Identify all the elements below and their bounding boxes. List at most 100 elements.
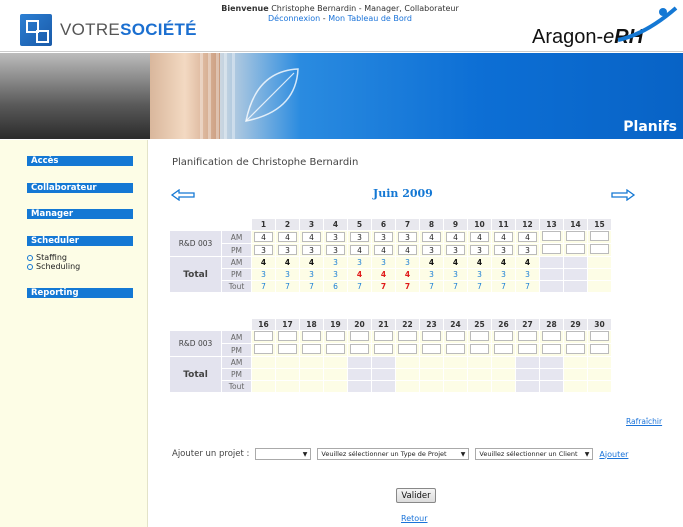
hours-input[interactable] — [374, 331, 393, 341]
hours-input[interactable]: 3 — [398, 232, 417, 242]
hours-input[interactable]: 4 — [494, 232, 513, 242]
hours-input[interactable] — [446, 344, 465, 354]
total-cell — [515, 356, 540, 369]
dashboard-link[interactable]: Mon Tableau de Bord — [328, 14, 412, 23]
input-cell — [563, 343, 588, 357]
sidebar-item-manager[interactable]: Manager — [27, 209, 133, 219]
sidebar-subitem-staffing[interactable]: Staffing — [27, 253, 67, 262]
sidebar-subitem-scheduling[interactable]: Scheduling — [27, 262, 80, 271]
hours-input[interactable] — [590, 244, 609, 254]
input-cell — [443, 330, 468, 344]
hours-input[interactable]: 3 — [326, 245, 345, 255]
hours-input[interactable] — [398, 344, 417, 354]
hours-input[interactable]: 3 — [302, 245, 321, 255]
hours-input[interactable] — [326, 331, 345, 341]
table-row: PM 3 3 3 3 4 4 4 3 3 3 3 3 — [170, 243, 612, 257]
hours-input[interactable] — [302, 331, 321, 341]
total-cell: 3 — [467, 268, 492, 281]
hours-input[interactable]: 3 — [422, 245, 441, 255]
hours-input[interactable] — [254, 331, 273, 341]
hours-input[interactable] — [278, 344, 297, 354]
hours-input[interactable]: 3 — [494, 245, 513, 255]
hours-input[interactable] — [302, 344, 321, 354]
hours-input[interactable] — [470, 344, 489, 354]
hours-input[interactable]: 4 — [446, 232, 465, 242]
hours-input[interactable]: 4 — [254, 232, 273, 242]
hours-input[interactable] — [518, 344, 537, 354]
hours-input[interactable]: 4 — [398, 245, 417, 255]
sidebar-item-scheduler[interactable]: Scheduler — [27, 236, 133, 246]
hours-input[interactable] — [566, 331, 585, 341]
validate-button[interactable]: Valider — [396, 488, 436, 503]
day-header: 28 — [539, 318, 564, 331]
hours-input[interactable]: 4 — [374, 245, 393, 255]
hours-input[interactable] — [470, 331, 489, 341]
day-header: 23 — [419, 318, 444, 331]
project-select[interactable]: ▼ — [255, 448, 312, 460]
hours-input[interactable] — [542, 331, 561, 341]
hours-input[interactable] — [446, 331, 465, 341]
logout-link[interactable]: Déconnexion — [268, 14, 320, 23]
hours-input[interactable]: 3 — [470, 245, 489, 255]
hours-input[interactable] — [350, 331, 369, 341]
add-project-link[interactable]: Ajouter — [599, 450, 628, 459]
total-cell — [323, 380, 348, 393]
hours-input[interactable] — [422, 344, 441, 354]
project-type-select[interactable]: Veuillez sélectionner un Type de Projet ▼ — [317, 448, 470, 460]
input-cell: 3 — [251, 243, 276, 257]
hours-input[interactable] — [278, 331, 297, 341]
hours-input[interactable]: 3 — [254, 245, 273, 255]
hours-input[interactable]: 4 — [422, 232, 441, 242]
total-label: Total — [169, 256, 222, 293]
input-cell: 3 — [419, 243, 444, 257]
hours-input[interactable] — [398, 331, 417, 341]
hours-input[interactable] — [590, 344, 609, 354]
hours-input[interactable]: 3 — [374, 232, 393, 242]
table-row: PM 3 3 3 3 4 4 4 3 3 3 3 3 — [170, 268, 612, 281]
hours-input[interactable] — [374, 344, 393, 354]
hours-input[interactable] — [566, 231, 585, 241]
hours-input[interactable] — [566, 244, 585, 254]
hours-input[interactable] — [566, 344, 585, 354]
hours-input[interactable]: 4 — [518, 232, 537, 242]
hours-input[interactable]: 3 — [446, 245, 465, 255]
table-row: PM — [170, 368, 612, 381]
total-cell: 3 — [515, 268, 540, 281]
hours-input[interactable] — [326, 344, 345, 354]
sidebar-item-collaborateur[interactable]: Collaborateur — [27, 183, 133, 193]
refresh-link[interactable]: Rafraîchir — [626, 417, 662, 426]
hours-input[interactable] — [590, 331, 609, 341]
hours-input[interactable]: 4 — [302, 232, 321, 242]
back-link[interactable]: Retour — [401, 514, 428, 523]
hours-input[interactable]: 3 — [518, 245, 537, 255]
sidebar-item-reporting[interactable]: Reporting — [27, 288, 133, 298]
total-cell: 3 — [443, 268, 468, 281]
hours-input[interactable] — [542, 231, 561, 241]
header: VOTRESOCIÉTÉ Bienvenue Christophe Bernar… — [0, 0, 683, 52]
total-cell: 4 — [491, 256, 516, 269]
hours-input[interactable] — [542, 344, 561, 354]
hours-input[interactable]: 4 — [278, 232, 297, 242]
previous-month-arrow-icon[interactable] — [170, 189, 196, 201]
hours-input[interactable] — [254, 344, 273, 354]
total-cell — [299, 356, 324, 369]
hours-input[interactable] — [350, 344, 369, 354]
hours-input[interactable]: 4 — [470, 232, 489, 242]
hours-input[interactable] — [542, 244, 561, 254]
total-cell — [251, 380, 276, 393]
hours-input[interactable]: 3 — [350, 232, 369, 242]
hours-input[interactable] — [494, 331, 513, 341]
input-cell: 3 — [491, 243, 516, 257]
day-header: 30 — [587, 318, 612, 331]
hours-input[interactable] — [590, 231, 609, 241]
hours-input[interactable] — [494, 344, 513, 354]
next-month-arrow-icon[interactable] — [610, 189, 636, 201]
day-header: 22 — [395, 318, 420, 331]
hours-input[interactable]: 3 — [278, 245, 297, 255]
hours-input[interactable] — [518, 331, 537, 341]
hours-input[interactable]: 3 — [326, 232, 345, 242]
hours-input[interactable] — [422, 331, 441, 341]
client-select[interactable]: Veuillez sélectionner un Client ▼ — [475, 448, 594, 460]
hours-input[interactable]: 4 — [350, 245, 369, 255]
sidebar-item-acces[interactable]: Accès — [27, 156, 133, 166]
